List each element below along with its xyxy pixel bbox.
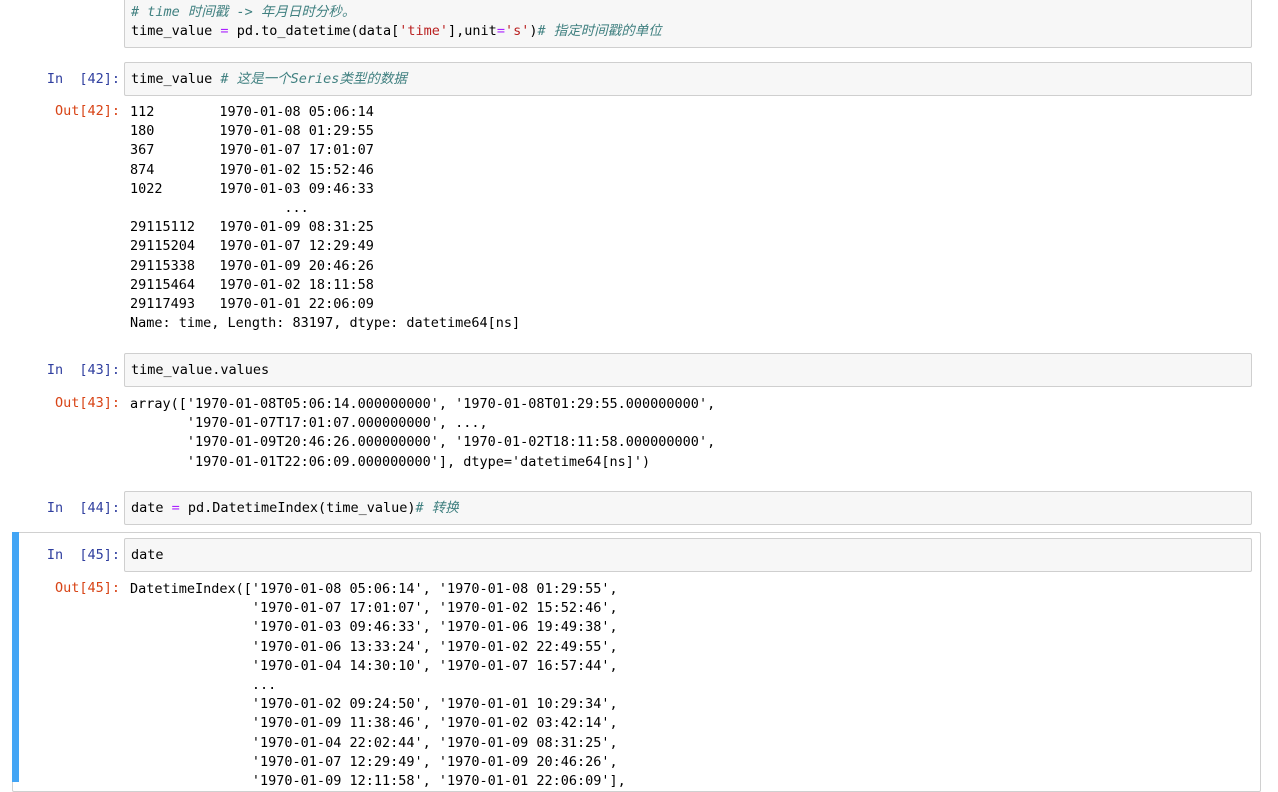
cell-input-43[interactable]: time_value.values <box>124 353 1252 387</box>
code-text: ],unit <box>448 23 497 39</box>
code-line: time_value # 这是一个Series类型的数据 <box>131 70 407 89</box>
code-string: 's' <box>504 23 530 39</box>
code-comment: # 这是一个Series类型的数据 <box>220 71 407 87</box>
code-operator: = <box>220 23 229 39</box>
code-line: time_value.values <box>131 362 270 378</box>
output-line: array(['1970-01-08T05:06:14.000000000', … <box>130 396 716 412</box>
output-line: 29115112 1970-01-09 08:31:25 <box>130 219 374 236</box>
code-operator: = <box>496 23 505 39</box>
in-prompt: In [45]: <box>46 547 120 563</box>
code-var: time_value <box>131 23 213 39</box>
output-line: 29115204 1970-01-07 12:29:49 <box>130 238 374 255</box>
output-line: Name: time, Length: 83197, dtype: dateti… <box>130 315 521 332</box>
cell-input-44[interactable]: date = pd.DatetimeIndex(time_value)# 转换 <box>124 491 1252 525</box>
output-line: '1970-01-03 09:46:33', '1970-01-06 19:49… <box>130 619 618 636</box>
output-line: '1970-01-04 14:30:10', '1970-01-07 16:57… <box>130 657 618 674</box>
code-string: 'time' <box>399 23 449 39</box>
output-line: 29117493 1970-01-01 22:06:09 <box>130 295 374 312</box>
output-line: ... <box>130 676 277 693</box>
selected-cell-indicator <box>12 532 19 782</box>
in-prompt: In [44]: <box>46 500 120 516</box>
output-line: '1970-01-02 09:24:50', '1970-01-01 10:29… <box>130 696 618 713</box>
code-operator: = <box>171 500 180 516</box>
cell-input-41[interactable]: # time 时间戳 -> 年月日时分秒。 time_value = pd.to… <box>124 0 1252 48</box>
code-text: pd.DatetimeIndex(time_value) <box>179 500 416 516</box>
output-line: '1970-01-07T17:01:07.000000000', ..., <box>130 415 488 432</box>
code-comment: # 指定时间戳的单位 <box>537 23 662 39</box>
output-line: 874 1970-01-02 15:52:46 <box>130 161 374 178</box>
code-text: ) <box>529 23 538 39</box>
output-line: ... <box>130 199 382 216</box>
output-line: 29115464 1970-01-02 18:11:58 <box>130 276 374 293</box>
output-line: 180 1970-01-08 01:29:55 <box>130 123 374 140</box>
code-call: pd.to_datetime(data[ <box>236 23 400 39</box>
output-line: '1970-01-06 13:33:24', '1970-01-02 22:49… <box>130 638 618 655</box>
out-prompt: Out[42]: <box>54 103 120 119</box>
output-line: 367 1970-01-07 17:01:07 <box>130 142 374 159</box>
output-line: '1970-01-09 11:38:46', '1970-01-02 03:42… <box>130 715 618 732</box>
output-line: '1970-01-01T22:06:09.000000000'], dtype=… <box>130 453 651 470</box>
code-text: time_value <box>131 71 221 87</box>
cell-output-45: DatetimeIndex(['1970-01-08 05:06:14', '1… <box>130 580 626 791</box>
output-line: 29115338 1970-01-09 20:46:26 <box>130 257 374 274</box>
in-prompt: In [42]: <box>46 71 120 87</box>
code-comment: # 转换 <box>415 500 459 516</box>
output-line: '1970-01-04 22:02:44', '1970-01-09 08:31… <box>130 734 618 751</box>
output-line: DatetimeIndex(['1970-01-08 05:06:14', '1… <box>130 581 618 597</box>
output-line: '1970-01-09 12:11:58', '1970-01-01 22:06… <box>130 772 626 789</box>
code-line: date <box>131 547 164 563</box>
cell-output-43: array(['1970-01-08T05:06:14.000000000', … <box>130 395 715 472</box>
cell-input-45[interactable]: date <box>124 538 1252 572</box>
output-line: '1970-01-07 17:01:07', '1970-01-02 15:52… <box>130 600 618 617</box>
code-comment: # time 时间戳 -> 年月日时分秒。 <box>131 4 356 20</box>
cell-input-42[interactable]: time_value # 这是一个Series类型的数据 <box>124 62 1252 96</box>
code-line: date = pd.DatetimeIndex(time_value)# 转换 <box>131 499 459 518</box>
output-line: '1970-01-07 12:29:49', '1970-01-09 20:46… <box>130 753 618 770</box>
output-line: '1970-01-09T20:46:26.000000000', '1970-0… <box>130 434 716 451</box>
cell-output-42: 112 1970-01-08 05:06:14 180 1970-01-08 01… <box>130 103 520 333</box>
out-prompt: Out[43]: <box>54 395 120 411</box>
code-text: date <box>131 500 172 516</box>
output-line: 112 1970-01-08 05:06:14 <box>130 104 374 120</box>
in-prompt: In [43]: <box>46 362 120 378</box>
code-line: time_value = pd.to_datetime(data['time']… <box>131 22 662 41</box>
out-prompt: Out[45]: <box>54 580 120 596</box>
output-line: 1022 1970-01-03 09:46:33 <box>130 180 374 197</box>
